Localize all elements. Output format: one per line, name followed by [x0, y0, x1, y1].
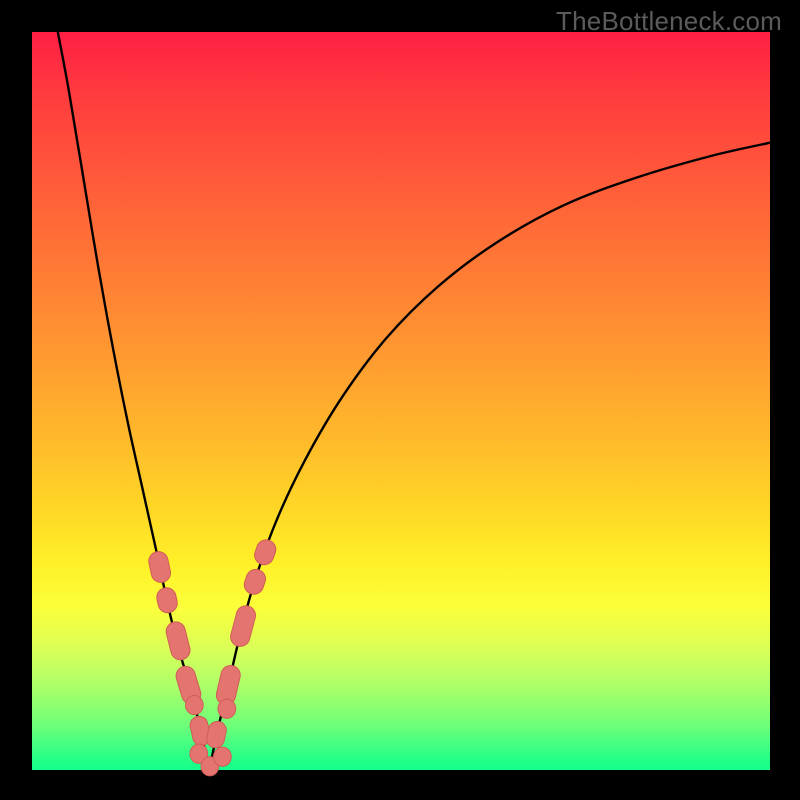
bead-marker	[242, 567, 268, 597]
bead-marker	[164, 620, 192, 662]
bead-marker	[252, 537, 278, 567]
bead-marker	[186, 695, 204, 714]
bead-marker	[218, 699, 236, 718]
bead-marker	[155, 586, 179, 615]
bead-marker	[147, 550, 172, 584]
bead-group	[147, 537, 278, 776]
curve-right-branch	[209, 143, 770, 770]
curve-left-branch	[58, 32, 209, 770]
plot-area	[32, 32, 770, 770]
curve-layer	[32, 32, 770, 770]
chart-frame: TheBottleneck.com	[0, 0, 800, 800]
bead-marker	[214, 747, 232, 766]
bead-marker	[205, 720, 228, 750]
bead-marker	[228, 604, 257, 649]
